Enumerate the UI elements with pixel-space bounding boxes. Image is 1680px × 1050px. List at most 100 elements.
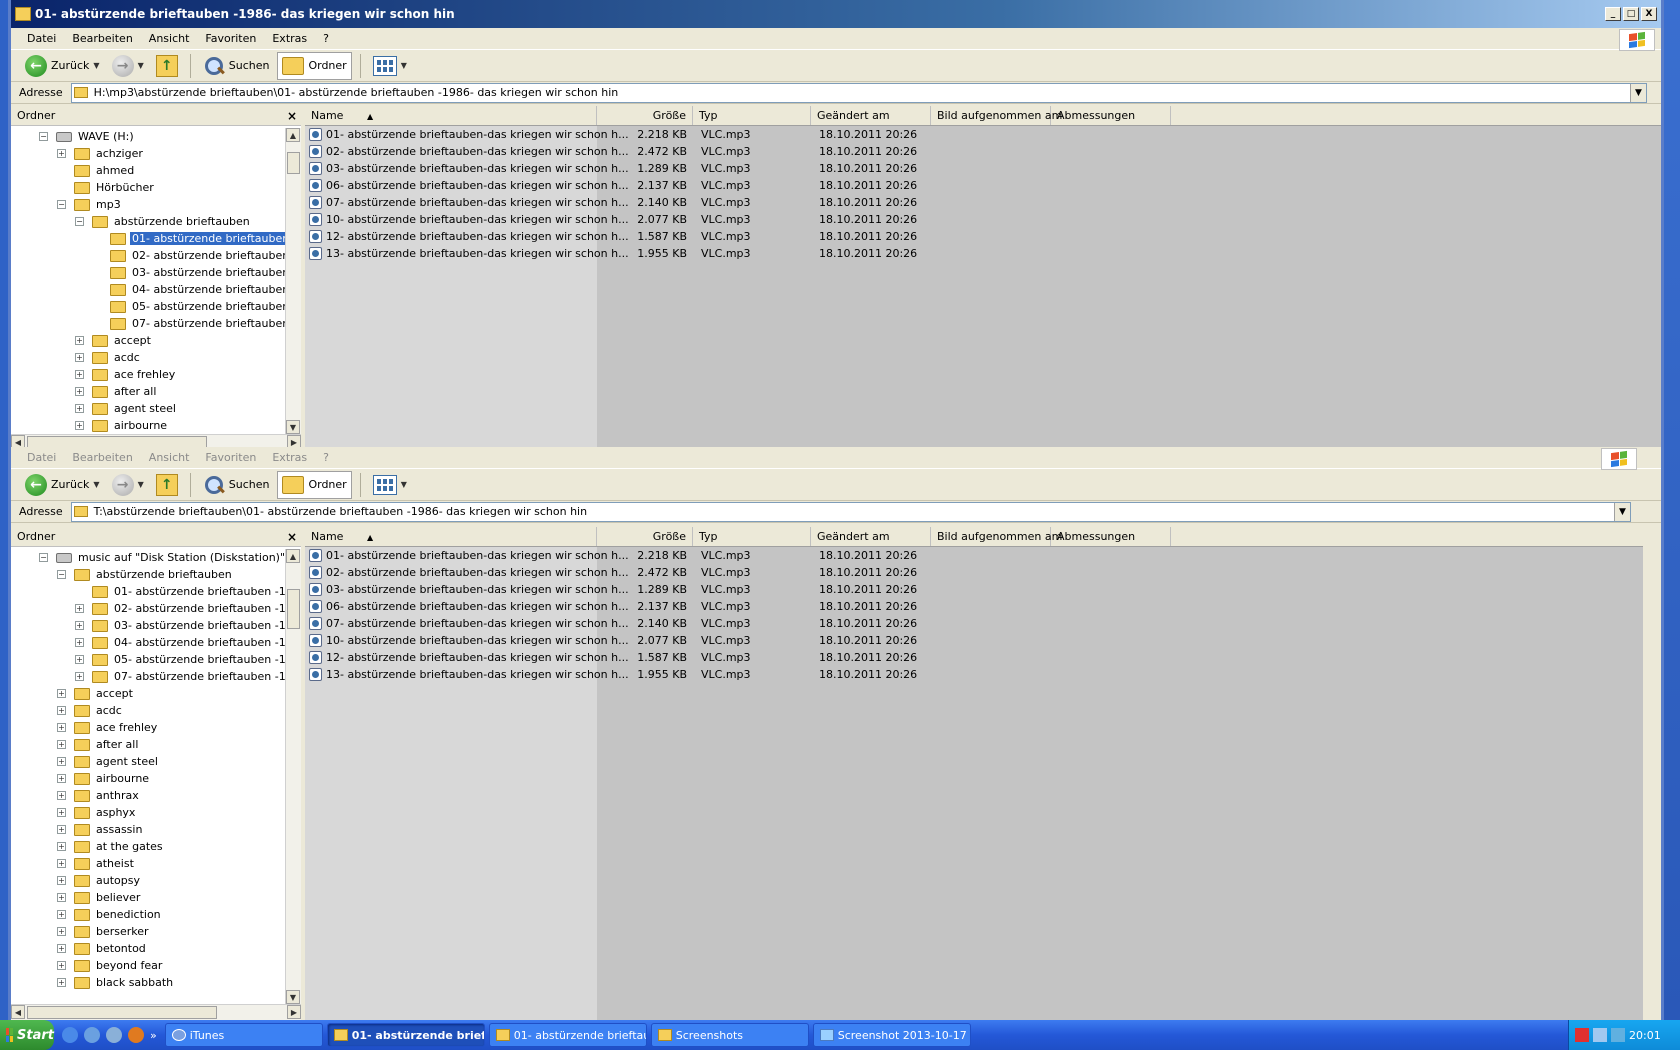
antivirus-icon[interactable] [1575, 1028, 1589, 1042]
expand-icon[interactable]: + [75, 404, 84, 413]
chevron-down-icon[interactable]: ▼ [93, 480, 99, 489]
views-button[interactable]: ▼ [369, 471, 411, 499]
expand-icon[interactable]: + [57, 876, 66, 885]
collapse-icon[interactable]: − [75, 217, 84, 226]
collapse-icon[interactable]: − [39, 553, 48, 562]
file-row[interactable]: 12- abstürzende brieftauben-das kriegen … [305, 649, 1643, 666]
column-header-size[interactable]: Größe [597, 106, 693, 125]
close-button[interactable]: X [1641, 7, 1657, 21]
itunes-icon[interactable] [84, 1027, 100, 1043]
up-folder-button[interactable]: ↑ [152, 471, 182, 499]
menu-help[interactable]: ? [315, 32, 337, 45]
tree-item[interactable]: 01- abstürzende brieftauben -1986- da [11, 583, 285, 600]
tree-item[interactable]: − abstürzende brieftauben [11, 213, 285, 230]
menu-favoriten[interactable]: Favoriten [197, 32, 264, 45]
start-button[interactable]: Start [0, 1020, 54, 1050]
expand-icon[interactable]: + [57, 791, 66, 800]
tree-item[interactable]: 07- abstürzende brieftauben -1993- [11, 315, 285, 332]
forward-button[interactable]: → ▼ [108, 52, 148, 80]
tree-item[interactable]: Hörbücher [11, 179, 285, 196]
tree-item[interactable]: + asphyx [11, 804, 285, 821]
network-icon[interactable] [1593, 1028, 1607, 1042]
tree-item[interactable]: +07- abstürzende brieftauben -1993- kri [11, 668, 285, 685]
taskbar-button[interactable]: Screenshot 2013-10-17 ... [812, 1023, 971, 1047]
tree-item[interactable]: 01- abstürzende brieftauben -1986- [11, 230, 285, 247]
expand-icon[interactable]: + [75, 353, 84, 362]
column-header-dimensions[interactable]: Abmessungen [1051, 527, 1171, 546]
scroll-up-icon[interactable]: ▲ [286, 128, 300, 142]
tree-item[interactable]: 05- abstürzende brieftauben -1990- [11, 298, 285, 315]
menu-bearbeiten[interactable]: Bearbeiten [64, 32, 140, 45]
file-row[interactable]: 10- abstürzende brieftauben-das kriegen … [305, 632, 1643, 649]
chevron-down-icon[interactable]: ▼ [1630, 83, 1646, 102]
expand-icon[interactable]: + [57, 927, 66, 936]
file-row[interactable]: 13- abstürzende brieftauben-das kriegen … [305, 666, 1643, 683]
scroll-up-icon[interactable]: ▲ [286, 549, 300, 563]
column-header-photo-date[interactable]: Bild aufgenommen am [931, 106, 1062, 125]
expand-icon[interactable]: + [57, 842, 66, 851]
chevron-down-icon[interactable]: ▼ [138, 480, 144, 489]
tree-item[interactable]: +04- abstürzende brieftauben -1989- im [11, 634, 285, 651]
views-button[interactable]: ▼ [369, 52, 411, 80]
file-row[interactable]: 01- abstürzende brieftauben-das kriegen … [305, 126, 1661, 143]
tree-item[interactable]: + accept [11, 332, 285, 349]
search-button[interactable]: Suchen [199, 52, 274, 80]
firefox-icon[interactable] [128, 1027, 144, 1043]
column-header-size[interactable]: Größe [597, 527, 693, 546]
tree-item[interactable]: − music auf "Disk Station (Diskstation)" … [11, 549, 285, 566]
tree-item[interactable]: + betontod [11, 940, 285, 957]
expand-icon[interactable]: + [75, 336, 84, 345]
tree-item[interactable]: − abstürzende brieftauben [11, 566, 285, 583]
file-row[interactable]: 02- abstürzende brieftauben-das kriegen … [305, 143, 1661, 160]
tree-item[interactable]: + believer [11, 889, 285, 906]
tree-item[interactable]: + acdc [11, 702, 285, 719]
file-row[interactable]: 01- abstürzende brieftauben-das kriegen … [305, 547, 1643, 564]
maximize-button[interactable]: □ [1623, 7, 1639, 21]
expand-icon[interactable]: + [75, 387, 84, 396]
forward-button[interactable]: → ▼ [108, 471, 148, 499]
tree-item[interactable]: +03- abstürzende brieftauben -1987- en [11, 617, 285, 634]
chevron-down-icon[interactable]: ▼ [401, 61, 407, 70]
expand-icon[interactable]: + [57, 910, 66, 919]
tree-item[interactable]: +02- abstürzende brieftauben -1987- we [11, 600, 285, 617]
chevron-down-icon[interactable]: ▼ [138, 61, 144, 70]
tree-item[interactable]: − mp3 [11, 196, 285, 213]
scroll-right-icon[interactable]: ▶ [287, 1005, 301, 1019]
back-button[interactable]: ← Zurück ▼ [21, 52, 104, 80]
menu-datei[interactable]: Datei [19, 451, 64, 464]
column-header-type[interactable]: Typ [693, 106, 811, 125]
tree-item[interactable]: + after all [11, 736, 285, 753]
expand-icon[interactable]: + [57, 893, 66, 902]
scroll-left-icon[interactable]: ◀ [11, 1005, 25, 1019]
title-bar[interactable]: 01- abstürzende brieftauben -1986- das k… [11, 0, 1661, 28]
show-desktop-icon[interactable] [62, 1027, 78, 1043]
expand-icon[interactable]: + [75, 421, 84, 430]
column-header-type[interactable]: Typ [693, 527, 811, 546]
tree-item[interactable]: + berserker [11, 923, 285, 940]
tree-item[interactable]: ahmed [11, 162, 285, 179]
expand-icon[interactable]: + [75, 655, 84, 664]
file-row[interactable]: 07- abstürzende brieftauben-das kriegen … [305, 194, 1661, 211]
chevron-down-icon[interactable]: ▼ [1614, 502, 1630, 521]
scroll-thumb[interactable] [287, 589, 300, 629]
file-row[interactable]: 12- abstürzende brieftauben-das kriegen … [305, 228, 1661, 245]
tree-item[interactable]: 04- abstürzende brieftauben -1989- [11, 281, 285, 298]
vertical-scrollbar[interactable]: ▲ ▼ [285, 128, 301, 434]
scroll-thumb[interactable] [287, 152, 300, 174]
file-row[interactable]: 10- abstürzende brieftauben-das kriegen … [305, 211, 1661, 228]
menu-extras[interactable]: Extras [264, 451, 315, 464]
tree-item[interactable]: +05- abstürzende brieftauben -1990- de [11, 651, 285, 668]
file-row[interactable]: 06- abstürzende brieftauben-das kriegen … [305, 177, 1661, 194]
menu-datei[interactable]: Datei [19, 32, 64, 45]
tree-item[interactable]: + acdc [11, 349, 285, 366]
tree-item[interactable]: + atheist [11, 855, 285, 872]
quick-launch-more[interactable]: » [150, 1029, 157, 1042]
taskbar-button[interactable]: iTunes [164, 1023, 323, 1047]
expand-icon[interactable]: + [57, 689, 66, 698]
column-header-modified[interactable]: Geändert am [811, 527, 931, 546]
column-header-name[interactable]: Name ▲ [305, 527, 597, 546]
expand-icon[interactable]: + [57, 808, 66, 817]
address-input[interactable]: T:\abstürzende brieftauben\01- abstürzen… [70, 501, 1631, 522]
tree-item[interactable]: + airbourne [11, 417, 285, 434]
close-icon[interactable]: × [287, 530, 297, 544]
